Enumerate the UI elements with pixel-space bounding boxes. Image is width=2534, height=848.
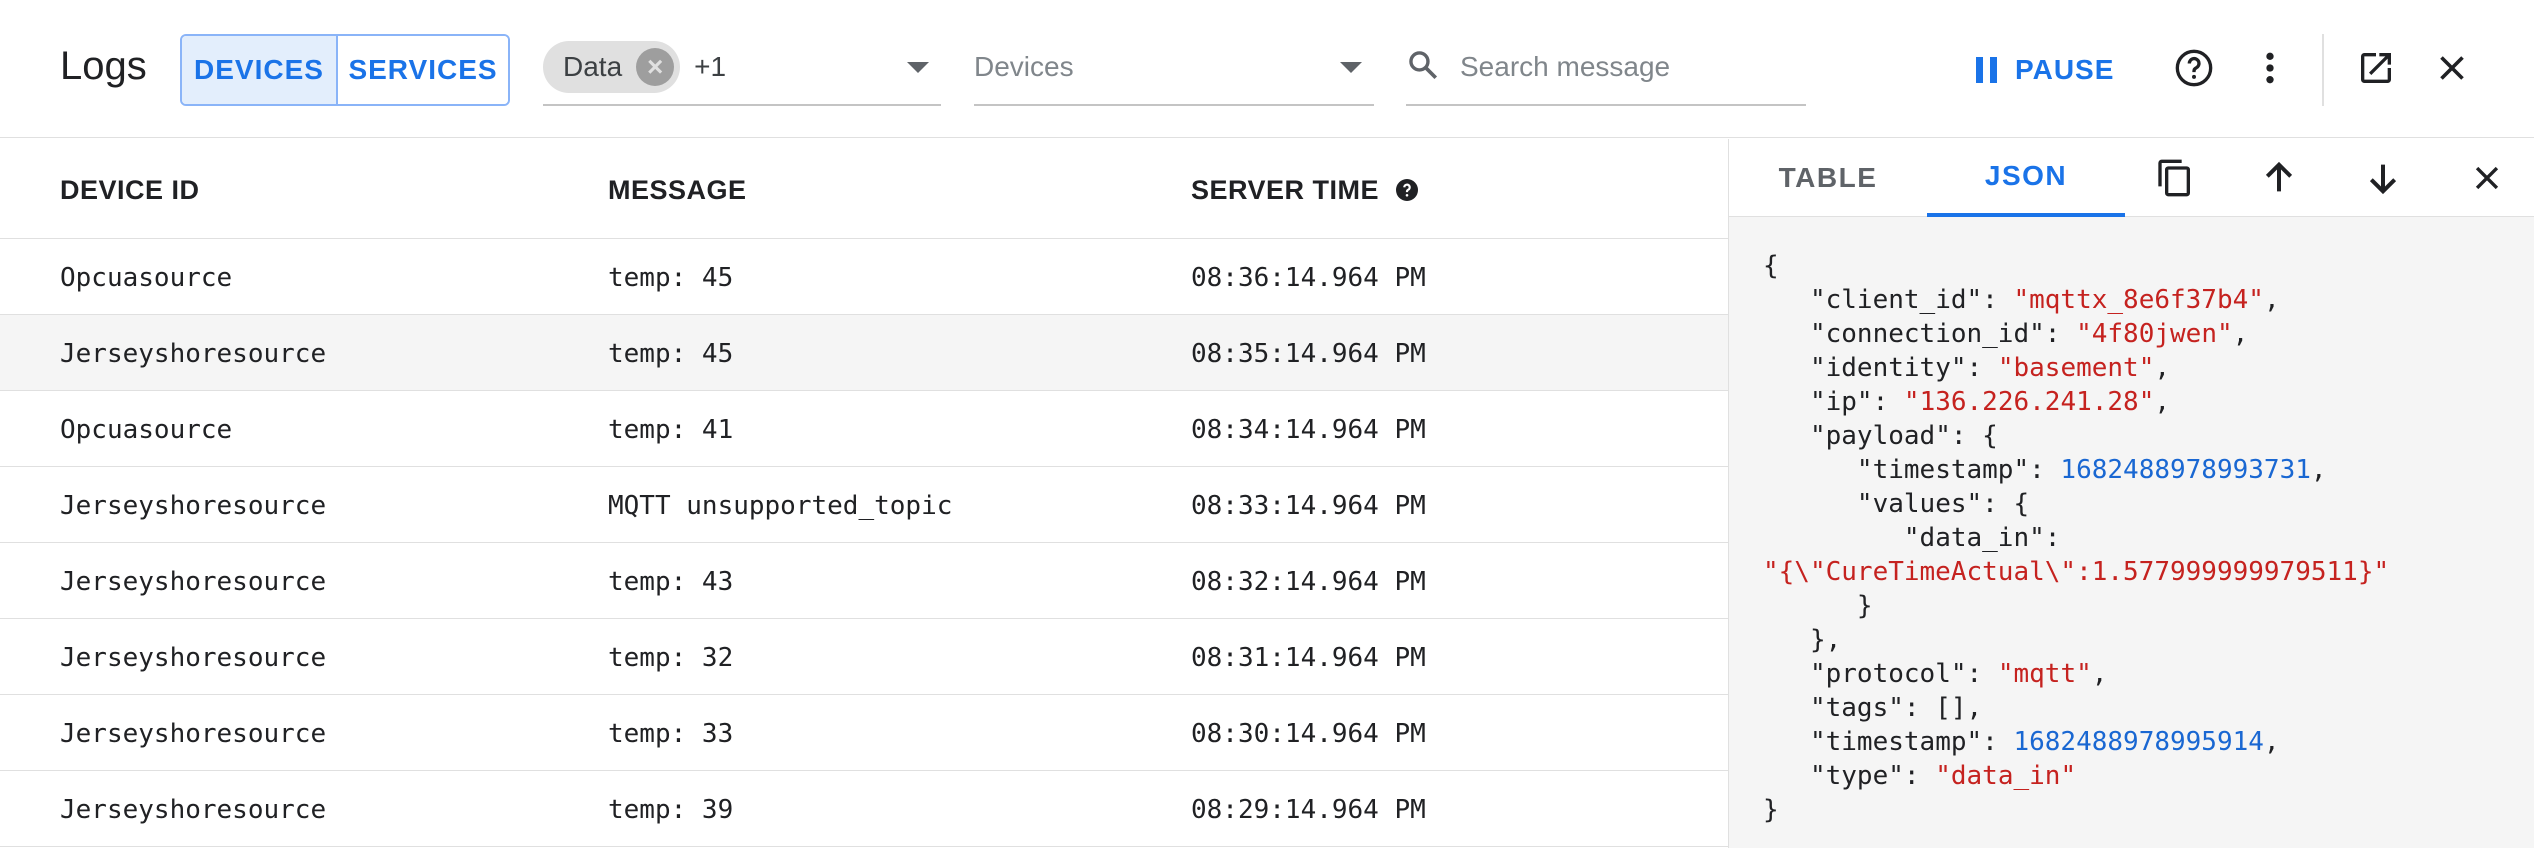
table-row[interactable]: Jerseyshoresource temp: 43 08:32:14.964 PM bbox=[0, 543, 1728, 619]
chip-label: Data bbox=[563, 51, 623, 82]
table-header: DEVICE ID MESSAGE SERVER TIME bbox=[0, 139, 1728, 239]
column-header-device-id[interactable]: DEVICE ID bbox=[60, 175, 200, 206]
device-id-cell: Jerseyshoresource bbox=[60, 795, 327, 825]
page-title: Logs bbox=[60, 44, 147, 88]
tab-json[interactable]: JSON bbox=[1927, 139, 2125, 217]
pause-icon bbox=[1976, 57, 1997, 83]
device-id-cell: Jerseyshoresource bbox=[60, 567, 327, 597]
json-value-timestamp: 1682488978995914 bbox=[2013, 727, 2264, 757]
server-time-cell: 08:31:14.964 PM bbox=[1191, 643, 1426, 673]
table-row[interactable]: Jerseyshoresource temp: 32 08:31:14.964 PM bbox=[0, 619, 1728, 695]
device-id-cell: Jerseyshoresource bbox=[60, 491, 327, 521]
help-icon[interactable] bbox=[2166, 40, 2222, 96]
json-value-protocol: mqtt bbox=[2013, 659, 2077, 689]
json-value-identity: basement bbox=[2013, 353, 2139, 383]
table-row[interactable]: Jerseyshoresource temp: 39 08:29:14.964 PM bbox=[0, 771, 1728, 847]
pause-label: PAUSE bbox=[2015, 54, 2115, 85]
type-filter-select[interactable]: Data × +1 bbox=[543, 30, 941, 106]
device-id-cell: Jerseyshoresource bbox=[60, 339, 327, 369]
close-panel-icon[interactable] bbox=[2459, 150, 2515, 206]
tab-table[interactable]: TABLE bbox=[1729, 139, 1927, 217]
top-bar: Logs DEVICES SERVICES Data × +1 Devices … bbox=[0, 0, 2534, 138]
server-time-cell: 08:35:14.964 PM bbox=[1191, 339, 1426, 369]
dropdown-arrow-icon[interactable] bbox=[1340, 62, 1362, 73]
toolbar-divider bbox=[2322, 34, 2324, 106]
detail-tabs: TABLE JSON bbox=[1729, 139, 2534, 217]
arrow-up-icon[interactable] bbox=[2251, 150, 2307, 206]
more-vert-icon[interactable] bbox=[2242, 40, 2298, 96]
json-value-ip: 136.226.241.28 bbox=[1919, 387, 2139, 417]
json-viewer: { "client_id": "mqttx_8e6f37b4", "connec… bbox=[1763, 251, 2390, 825]
json-value-payload-timestamp: 1682488978993731 bbox=[2060, 455, 2311, 485]
pause-button[interactable]: PAUSE bbox=[1976, 40, 2114, 100]
message-cell: temp: 32 bbox=[608, 643, 734, 673]
message-cell: temp: 45 bbox=[608, 339, 734, 369]
server-time-label: SERVER TIME bbox=[1191, 175, 1380, 205]
detail-panel: TABLE JSON { "client_id": "mqttx_8e6f37b… bbox=[1728, 139, 2534, 848]
search-input[interactable]: Search message bbox=[1406, 30, 1806, 106]
devices-filter-select[interactable]: Devices bbox=[974, 30, 1374, 106]
message-cell: MQTT unsupported_topic bbox=[608, 491, 953, 521]
device-id-cell: Opcuasource bbox=[60, 415, 233, 445]
column-header-message[interactable]: MESSAGE bbox=[608, 175, 747, 206]
table-row[interactable]: Opcuasource temp: 41 08:34:14.964 PM bbox=[0, 391, 1728, 467]
message-cell: temp: 33 bbox=[608, 719, 734, 749]
table-row[interactable]: Jerseyshoresource temp: 45 08:35:14.964 PM bbox=[0, 315, 1728, 391]
json-value-data-in: "{\"CureTimeActual\":1.577999999979511}" bbox=[1763, 557, 2390, 587]
source-toggle: DEVICES SERVICES bbox=[180, 34, 510, 106]
json-value-connection-id: 4f80jwen bbox=[2091, 319, 2217, 349]
server-time-cell: 08:34:14.964 PM bbox=[1191, 415, 1426, 445]
filter-chip-data: Data × bbox=[543, 41, 681, 93]
copy-icon[interactable] bbox=[2147, 150, 2203, 206]
json-value-tags: [] bbox=[1935, 693, 1967, 723]
devices-toggle-button[interactable]: DEVICES bbox=[182, 36, 338, 104]
table-row[interactable]: Jerseyshoresource MQTT unsupported_topic 0… bbox=[0, 467, 1728, 543]
json-value-client-id: mqttx_8e6f37b4 bbox=[2029, 285, 2249, 315]
json-value-type: data_in bbox=[1950, 761, 2061, 791]
server-time-cell: 08:36:14.964 PM bbox=[1191, 263, 1426, 293]
search-icon bbox=[1406, 48, 1440, 87]
close-icon[interactable] bbox=[2424, 40, 2480, 96]
message-cell: temp: 45 bbox=[608, 263, 734, 293]
message-cell: temp: 43 bbox=[608, 567, 734, 597]
devices-placeholder: Devices bbox=[974, 51, 1074, 82]
device-id-cell: Jerseyshoresource bbox=[60, 719, 327, 749]
table-row[interactable]: Jerseyshoresource temp: 33 08:30:14.964 PM bbox=[0, 695, 1728, 771]
message-cell: temp: 41 bbox=[608, 415, 734, 445]
column-header-server-time[interactable]: SERVER TIME bbox=[1191, 175, 1419, 206]
server-time-cell: 08:33:14.964 PM bbox=[1191, 491, 1426, 521]
server-time-cell: 08:30:14.964 PM bbox=[1191, 719, 1426, 749]
help-icon[interactable] bbox=[1395, 178, 1419, 202]
message-cell: temp: 39 bbox=[608, 795, 734, 825]
dropdown-arrow-icon[interactable] bbox=[907, 62, 929, 73]
more-filters-count: +1 bbox=[694, 51, 727, 82]
device-id-cell: Opcuasource bbox=[60, 263, 233, 293]
open-in-new-icon[interactable] bbox=[2348, 40, 2404, 96]
server-time-cell: 08:32:14.964 PM bbox=[1191, 567, 1426, 597]
table-row[interactable]: Opcuasource temp: 45 08:36:14.964 PM bbox=[0, 239, 1728, 315]
device-id-cell: Jerseyshoresource bbox=[60, 643, 327, 673]
search-placeholder: Search message bbox=[1460, 51, 1671, 82]
chip-remove-icon[interactable]: × bbox=[636, 48, 675, 86]
services-toggle-button[interactable]: SERVICES bbox=[338, 36, 508, 104]
server-time-cell: 08:29:14.964 PM bbox=[1191, 795, 1426, 825]
arrow-down-icon[interactable] bbox=[2355, 150, 2411, 206]
logs-table: DEVICE ID MESSAGE SERVER TIME Opcuasourc… bbox=[0, 139, 1728, 847]
